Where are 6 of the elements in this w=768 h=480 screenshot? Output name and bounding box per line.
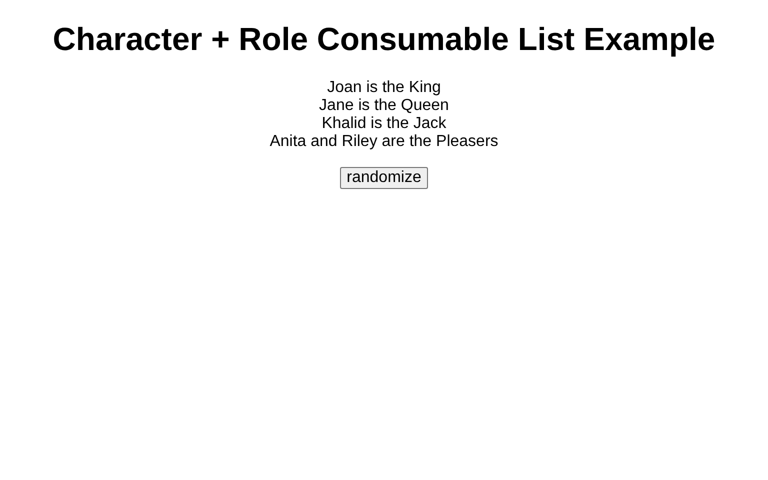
page-title: Character + Role Consumable List Example	[52, 21, 716, 58]
assignment-text: Anita and Riley are the Pleasers	[270, 133, 498, 151]
assignment-text: Joan is the King	[327, 79, 441, 97]
randomize-button[interactable]: randomize	[340, 167, 428, 189]
assignment-text: Jane is the Queen	[319, 97, 449, 115]
assignment-text: Khalid is the Jack	[322, 115, 446, 133]
